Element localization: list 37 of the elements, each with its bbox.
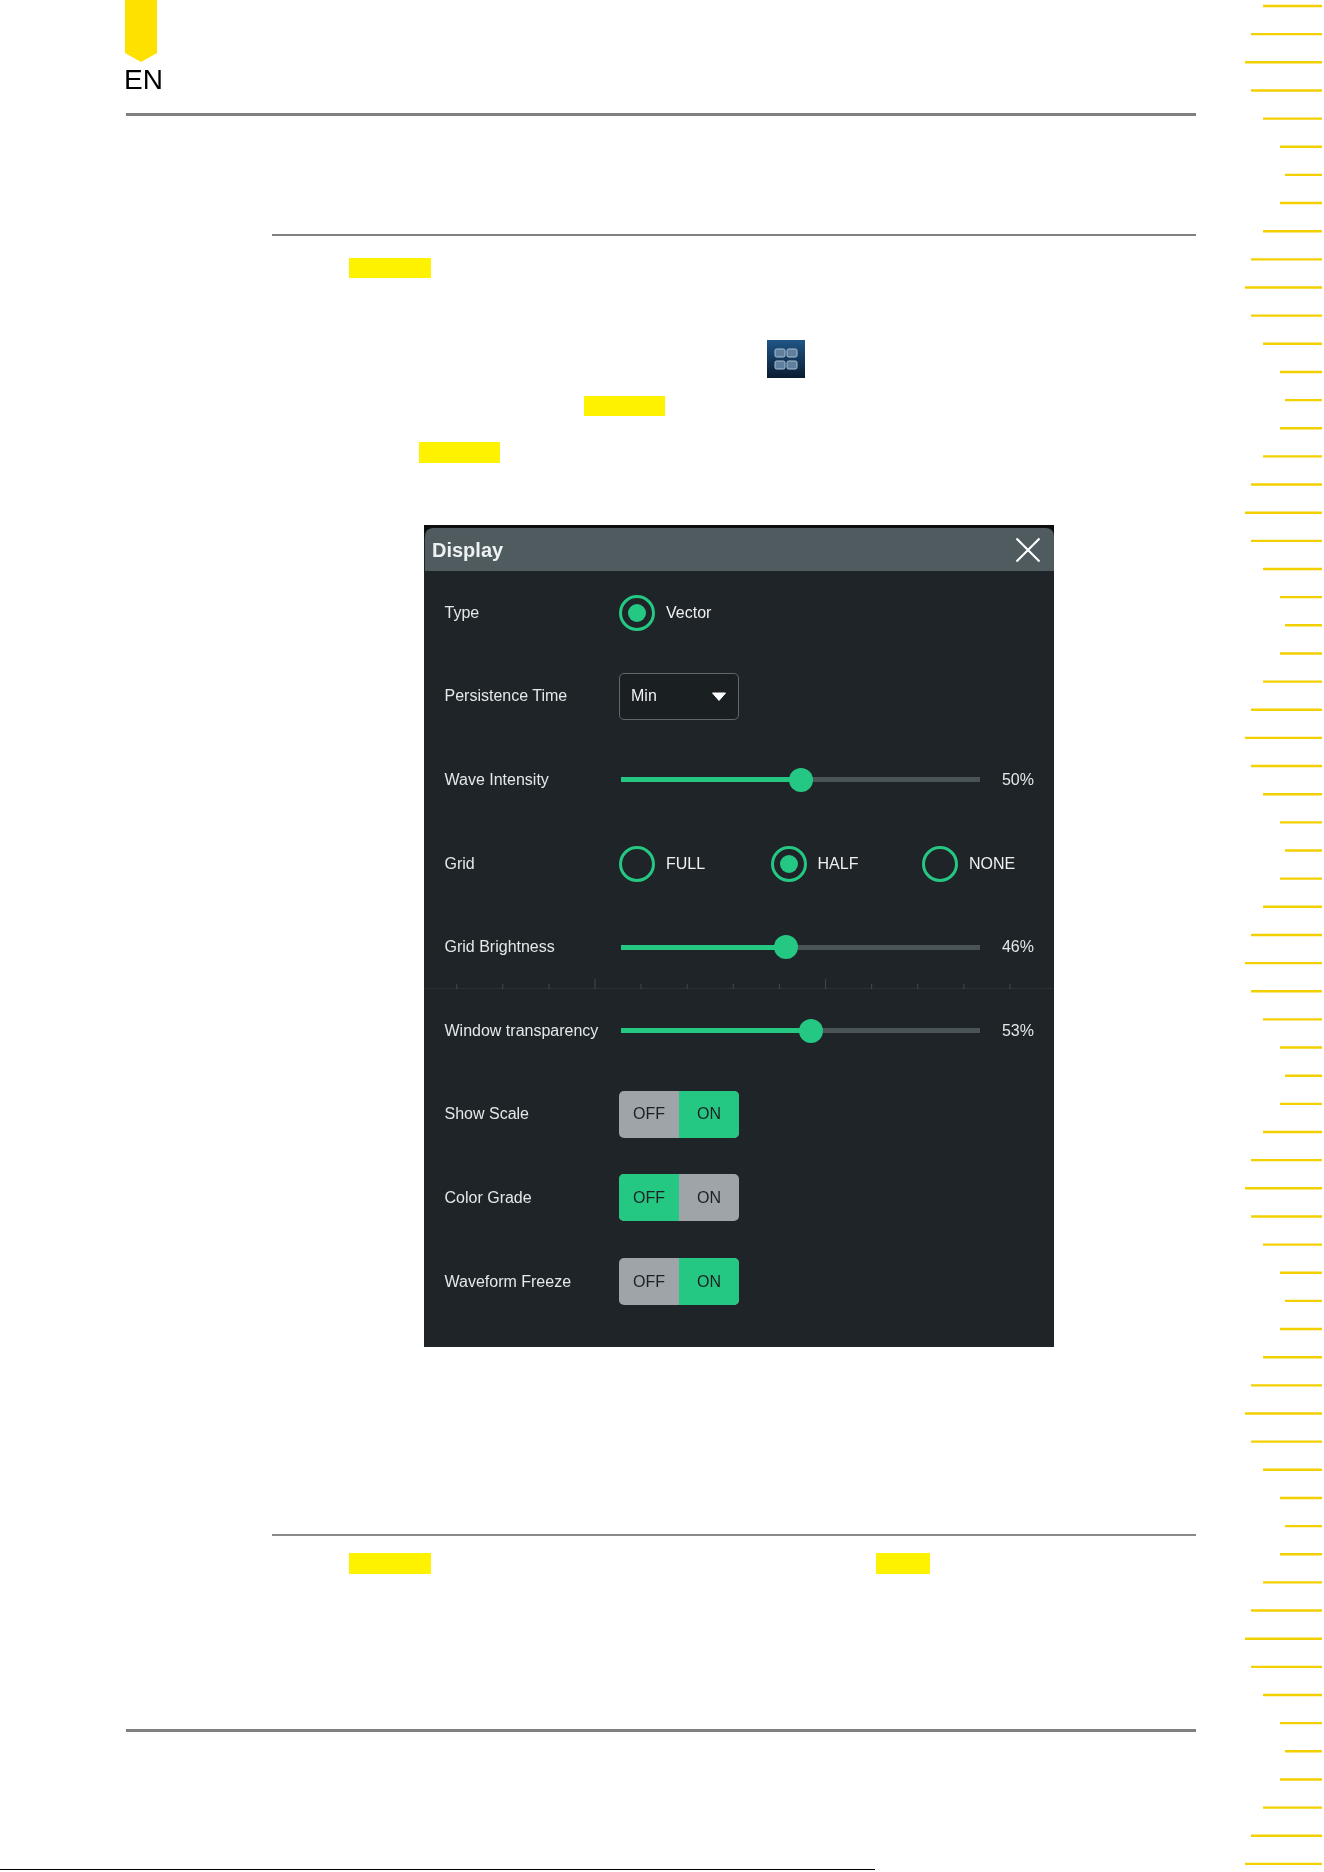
setting-label: Persistence Time [444, 686, 569, 707]
close-button[interactable] [1015, 536, 1041, 563]
highlight-mark [876, 1553, 930, 1574]
on-option[interactable]: ON [679, 1258, 739, 1306]
slider-value: 50% [1001, 770, 1034, 790]
bookmark-tab-icon [125, 0, 157, 62]
off-option[interactable]: OFF [619, 1090, 679, 1138]
setting-label: Window transparency [444, 1020, 600, 1041]
slider-thumb[interactable] [788, 768, 813, 792]
slider-thumb[interactable] [799, 1018, 824, 1043]
radio-option[interactable]: NONE [922, 845, 1016, 882]
setting-label: Grid [444, 853, 476, 874]
setting-label: Show Scale [444, 1104, 530, 1125]
off-option[interactable]: OFF [619, 1258, 679, 1306]
toggle-switch[interactable]: OFF ON [619, 1090, 739, 1138]
dialog-title: Display [432, 537, 504, 563]
off-option[interactable]: OFF [619, 1174, 679, 1222]
on-option[interactable]: ON [679, 1174, 739, 1222]
setting-label: Wave Intensity [444, 770, 550, 790]
radio-option[interactable]: FULL [619, 845, 771, 882]
slider-value: 53% [1001, 1020, 1034, 1041]
radio-option[interactable]: Vector [619, 594, 712, 631]
setting-label: Type [444, 602, 481, 623]
setting-label: Waveform Freeze [444, 1271, 573, 1292]
slider-thumb[interactable] [774, 935, 799, 960]
on-option[interactable]: ON [679, 1090, 739, 1138]
toggle-switch[interactable]: OFF ON [619, 1174, 739, 1222]
language-label: EN [124, 65, 163, 95]
close-icon [1015, 536, 1041, 563]
dropdown[interactable]: Min [619, 672, 739, 720]
tiles-icon [767, 340, 805, 378]
caret-icon [712, 691, 726, 701]
radio-option[interactable]: HALF [770, 845, 922, 882]
setting-label: Grid Brightness [444, 937, 556, 958]
setting-label: Color Grade [444, 1187, 533, 1208]
toggle-switch[interactable]: OFF ON [619, 1258, 739, 1306]
slider-value: 46% [1001, 937, 1034, 958]
